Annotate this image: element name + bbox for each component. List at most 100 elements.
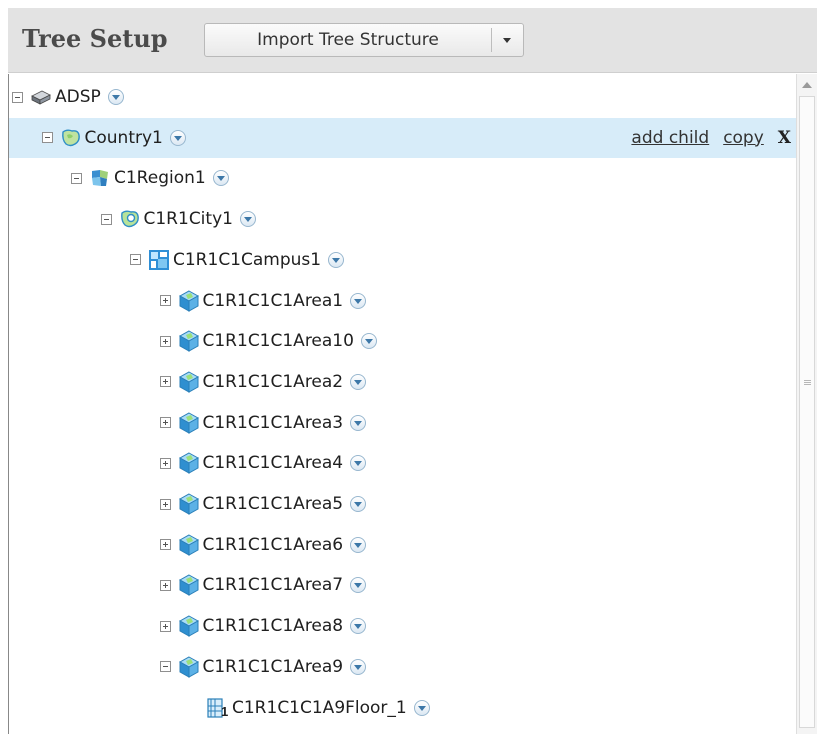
tree-node[interactable]: Country1 — [41, 118, 186, 158]
tree-row[interactable]: C1R1C1C1Area1 — [9, 281, 797, 321]
tree-node-label[interactable]: C1R1C1Campus1 — [173, 250, 321, 270]
tree-node-label[interactable]: Country1 — [85, 128, 163, 148]
grip-line — [804, 382, 811, 383]
node-menu-dropdown-icon[interactable] — [413, 699, 430, 716]
tree-node[interactable]: C1R1C1C1Area3 — [159, 403, 367, 443]
node-actions: add child copy X — [617, 118, 791, 158]
header-bar: Tree Setup Import Tree Structure — [8, 8, 817, 73]
tree-row[interactable]: C1R1C1C1Area5 — [9, 484, 797, 524]
tree-row[interactable]: C1R1C1C1Area3 — [9, 403, 797, 443]
tree-node-label[interactable]: C1R1C1C1Area1 — [203, 291, 344, 311]
scrollbar-thumb[interactable] — [799, 96, 815, 728]
node-menu-dropdown-icon[interactable] — [350, 414, 367, 431]
tree-node[interactable]: 1 C1R1C1C1A9Floor_1 — [189, 688, 430, 728]
node-menu-dropdown-icon[interactable] — [360, 333, 377, 350]
tree-node-label[interactable]: C1R1C1C1Area2 — [203, 372, 344, 392]
collapse-toggle-icon[interactable] — [159, 661, 171, 673]
tree-node[interactable]: C1R1C1C1Area6 — [159, 525, 367, 565]
floor-icon: 1 — [206, 696, 230, 720]
area-icon — [177, 329, 201, 353]
tree-row[interactable]: C1R1C1C1Area10 — [9, 321, 797, 361]
node-menu-dropdown-icon[interactable] — [350, 658, 367, 675]
tree-row[interactable]: C1R1C1C1Area2 — [9, 362, 797, 402]
tree-node-label[interactable]: C1R1C1C1A9Floor_1 — [232, 698, 407, 718]
tree-node[interactable]: C1R1C1C1Area9 — [159, 647, 367, 687]
node-menu-dropdown-icon[interactable] — [169, 129, 186, 146]
node-menu-dropdown-icon[interactable] — [350, 496, 367, 512]
tree-node[interactable]: C1R1C1C1Area2 — [159, 362, 367, 402]
tree-row[interactable]: C1R1C1C1Area9 — [9, 647, 797, 687]
tree-row[interactable]: C1R1C1C1Area8 — [9, 606, 797, 646]
node-menu-dropdown-icon[interactable] — [107, 89, 124, 105]
expand-toggle-icon[interactable] — [159, 498, 171, 510]
caret-down-icon[interactable] — [492, 24, 523, 56]
tree-node-label[interactable]: C1R1C1C1Area10 — [203, 331, 354, 351]
tree-row[interactable]: C1Region1 — [9, 158, 797, 198]
tree-node-label[interactable]: C1R1C1C1Area7 — [203, 575, 344, 595]
collapse-toggle-icon[interactable] — [41, 132, 53, 144]
expand-toggle-icon[interactable] — [159, 457, 171, 469]
collapse-toggle-icon[interactable] — [12, 91, 23, 103]
grip-line — [804, 380, 811, 381]
collapse-toggle-icon[interactable] — [130, 254, 141, 266]
tree-node[interactable]: C1R1C1Campus1 — [130, 240, 345, 280]
tree-node-label[interactable]: C1R1C1C1Area9 — [203, 657, 344, 677]
import-tree-structure-split-button[interactable]: Import Tree Structure — [204, 23, 524, 57]
country-icon — [59, 126, 83, 150]
tree-node[interactable]: C1Region1 — [71, 158, 229, 198]
tree-node[interactable]: C1R1C1C1Area1 — [159, 281, 367, 321]
collapse-toggle-icon[interactable] — [71, 172, 82, 184]
tree-node-label[interactable]: ADSP — [55, 87, 101, 107]
tree-node[interactable]: C1R1C1C1Area10 — [159, 321, 377, 361]
tree-node[interactable]: C1R1City1 — [100, 199, 256, 239]
node-menu-dropdown-icon[interactable] — [350, 536, 367, 553]
node-menu-dropdown-icon[interactable] — [350, 373, 367, 390]
expand-toggle-icon[interactable] — [159, 620, 171, 632]
tree-row[interactable]: 1 C1R1C1C1A9Floor_1 — [9, 688, 797, 728]
tree-node[interactable]: C1R1C1C1Area8 — [159, 606, 367, 646]
expand-toggle-icon[interactable] — [159, 335, 171, 347]
tree-row[interactable]: C1R1City1 — [9, 199, 797, 239]
expand-toggle-icon[interactable] — [159, 579, 171, 591]
collapse-toggle-icon[interactable] — [100, 213, 112, 225]
expand-toggle-icon[interactable] — [159, 295, 171, 306]
area-icon — [177, 492, 201, 516]
tree-node[interactable]: ADSP — [12, 77, 124, 117]
tree-row[interactable]: C1R1C1C1Area6 — [9, 525, 797, 565]
vertical-scrollbar[interactable] — [796, 74, 817, 734]
delete-node-button[interactable]: X — [778, 128, 791, 148]
tree-view: ADSP Country1 add child copy X C1Region1 C1R1C… — [8, 74, 797, 734]
node-menu-dropdown-icon[interactable] — [328, 251, 345, 268]
tree-node-label[interactable]: C1R1C1C1Area3 — [203, 413, 344, 433]
tree-row[interactable]: ADSP — [9, 77, 797, 117]
tree-node-label[interactable]: C1R1C1C1Area6 — [203, 535, 344, 555]
expand-toggle-icon[interactable] — [159, 376, 171, 388]
copy-link[interactable]: copy — [723, 128, 764, 148]
add-child-link[interactable]: add child — [631, 128, 709, 148]
import-tree-structure-button[interactable]: Import Tree Structure — [205, 24, 491, 56]
node-menu-dropdown-icon[interactable] — [350, 577, 367, 594]
tree-node-label[interactable]: C1R1C1C1Area8 — [203, 616, 344, 636]
node-menu-dropdown-icon[interactable] — [350, 618, 367, 635]
tree-row[interactable]: C1R1C1C1Area7 — [9, 565, 797, 605]
expand-toggle-icon[interactable] — [159, 417, 171, 429]
node-menu-dropdown-icon[interactable] — [239, 211, 256, 228]
tree-node-label[interactable]: C1R1C1C1Area4 — [203, 453, 344, 473]
expand-toggle-icon[interactable] — [159, 539, 171, 551]
tree-row[interactable]: C1R1C1Campus1 — [9, 240, 797, 280]
tree-node-label[interactable]: C1R1C1C1Area5 — [203, 494, 344, 514]
node-menu-dropdown-icon[interactable] — [350, 292, 367, 309]
tree-node[interactable]: C1R1C1C1Area5 — [159, 484, 367, 524]
city-icon — [118, 207, 142, 231]
node-menu-dropdown-icon[interactable] — [212, 170, 229, 187]
tree-row[interactable]: C1R1C1C1Area4 — [9, 443, 797, 483]
tree-node-label[interactable]: C1R1City1 — [144, 209, 233, 229]
tree-node[interactable]: C1R1C1C1Area4 — [159, 443, 367, 483]
node-menu-dropdown-icon[interactable] — [350, 455, 367, 472]
scroll-up-arrow-icon[interactable] — [802, 82, 812, 88]
tree-setup-panel: Tree Setup Import Tree Structure ADSP Cou… — [0, 0, 817, 734]
area-icon — [177, 370, 201, 394]
tree-node-label[interactable]: C1Region1 — [114, 168, 206, 188]
tree-node[interactable]: C1R1C1C1Area7 — [159, 565, 367, 605]
tree-row[interactable]: Country1 add child copy X — [9, 117, 797, 158]
